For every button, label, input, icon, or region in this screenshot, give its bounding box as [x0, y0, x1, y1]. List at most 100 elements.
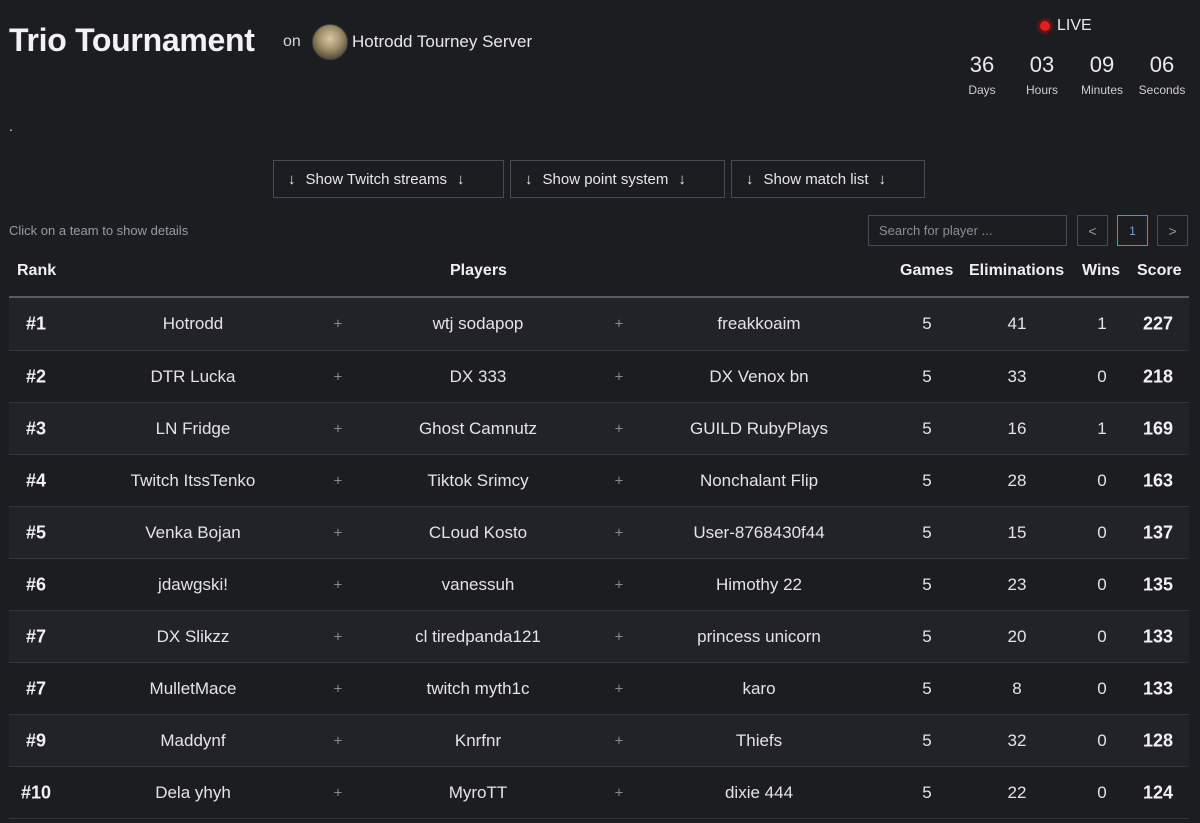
column-games-header: Games — [900, 262, 954, 279]
eliminations-cell: 33 — [1007, 366, 1027, 386]
arrow-down-icon: ↓ — [878, 170, 887, 188]
toggle-bar: ↓ Show Twitch streams ↓ ↓ Show point sys… — [273, 160, 925, 198]
score-cell: 218 — [1142, 366, 1174, 386]
plus-icon: + — [333, 680, 343, 697]
arrow-down-icon: ↓ — [746, 170, 754, 188]
eliminations-cell: 20 — [1007, 626, 1027, 646]
player-2-cell: CLoud Kosto — [428, 522, 528, 542]
arrow-down-icon: ↓ — [456, 170, 465, 188]
team-row[interactable]: #6 jdawgski! + vanessuh + Himothy 22 5 23 0 135 — [9, 559, 1189, 611]
team-row[interactable]: #1 Hotrodd + wtj sodapop + freakkoaim 5 41 1 227 — [9, 298, 1189, 351]
show-point-system-button[interactable]: ↓ Show point system ↓ — [510, 160, 725, 198]
games-cell: 5 — [922, 730, 932, 750]
team-row[interactable]: #3 LN Fridge + Ghost Camnutz + GUILD RubyPlay… — [9, 403, 1189, 455]
countdown: 36 Days 03 Hours 09 Minutes 06 Seconds — [952, 52, 1192, 98]
player-1-cell: MulletMace — [149, 678, 237, 698]
plus-icon: + — [614, 420, 624, 437]
player-2-cell: Tiktok Srimcy — [427, 470, 529, 490]
team-row[interactable]: #4 Twitch ItssTenko + Tiktok Srimcy + Nonchal… — [9, 455, 1189, 507]
table-header: Rank Players Games Eliminations Wins Sco… — [9, 254, 1189, 298]
games-cell: 5 — [922, 782, 932, 802]
show-point-system-label: Show point system — [542, 170, 669, 188]
countdown-hours: 03 Hours — [1012, 53, 1072, 98]
rank-cell: #3 — [25, 418, 47, 438]
next-page-button[interactable]: > — [1157, 215, 1188, 246]
plus-icon: + — [333, 368, 343, 385]
score-cell: 169 — [1142, 418, 1174, 438]
player-2-cell: wtj sodapop — [432, 314, 524, 333]
countdown-seconds-label: Seconds — [1138, 83, 1186, 97]
team-row[interactable]: #5 Venka Bojan + CLoud Kosto + User-8768430f4… — [9, 507, 1189, 559]
games-cell: 5 — [922, 626, 932, 646]
eliminations-cell: 32 — [1007, 730, 1027, 750]
rank-cell: #7 — [25, 626, 47, 646]
player-1-cell: jdawgski! — [158, 574, 228, 594]
rank-cell: #4 — [25, 470, 47, 490]
wins-cell: 1 — [1097, 314, 1107, 333]
wins-cell: 0 — [1097, 366, 1107, 386]
team-row[interactable]: #9 Maddynf + Knrfnr + Thiefs 5 32 0 128 — [9, 715, 1189, 767]
show-twitch-streams-label: Show Twitch streams — [305, 170, 447, 188]
player-1-cell: Dela yhyh — [155, 782, 231, 802]
column-wins-header: Wins — [1082, 262, 1121, 279]
wins-cell: 0 — [1097, 574, 1107, 594]
player-3-cell: User-8768430f44 — [693, 522, 825, 542]
plus-icon: + — [614, 368, 624, 385]
games-cell: 5 — [922, 574, 932, 594]
plus-icon: + — [614, 576, 624, 593]
live-dot-icon — [1040, 21, 1050, 31]
player-2-cell: vanessuh — [441, 574, 515, 594]
server-name-link[interactable]: Hotrodd Tourney Server — [352, 32, 532, 52]
plus-icon: + — [614, 524, 624, 541]
player-3-cell: Thiefs — [735, 730, 783, 750]
score-cell: 124 — [1142, 782, 1174, 802]
player-3-cell: princess unicorn — [697, 626, 821, 646]
games-cell: 5 — [922, 314, 932, 333]
show-twitch-streams-button[interactable]: ↓ Show Twitch streams ↓ — [273, 160, 504, 198]
player-3-cell: freakkoaim — [717, 314, 801, 333]
column-rank-header: Rank — [17, 262, 57, 279]
player-3-cell: dixie 444 — [724, 782, 794, 802]
column-score-header: Score — [1137, 262, 1182, 279]
player-3-cell: Nonchalant Flip — [699, 470, 819, 490]
plus-icon: + — [614, 315, 624, 333]
show-match-list-button[interactable]: ↓ Show match list ↓ — [731, 160, 925, 198]
countdown-minutes-label: Minutes — [1080, 83, 1124, 97]
plus-icon: + — [614, 784, 624, 801]
arrow-down-icon: ↓ — [288, 170, 296, 188]
player-2-cell: Knrfnr — [454, 730, 502, 750]
prev-page-button[interactable]: < — [1077, 215, 1108, 246]
wins-cell: 0 — [1097, 470, 1107, 490]
player-1-cell: LN Fridge — [155, 418, 231, 438]
eliminations-cell: 8 — [1012, 678, 1022, 698]
player-2-cell: Ghost Camnutz — [418, 418, 538, 438]
player-search-input[interactable] — [868, 215, 1067, 246]
team-row[interactable]: #2 DTR Lucka + DX 333 + DX Venox bn 5 33 0 218 — [9, 351, 1189, 403]
countdown-seconds-value: 06 — [1149, 52, 1175, 77]
page-title: Trio Tournament — [9, 22, 255, 58]
player-3-cell: karo — [742, 678, 776, 698]
countdown-days-value: 36 — [969, 52, 995, 77]
games-cell: 5 — [922, 366, 932, 386]
rank-cell: #10 — [20, 782, 52, 802]
player-3-cell: GUILD RubyPlays — [690, 418, 828, 438]
team-row[interactable]: #7 MulletMace + twitch myth1c + karo 5 8 0 133 — [9, 663, 1189, 715]
wins-cell: 0 — [1097, 678, 1107, 698]
games-cell: 5 — [922, 418, 932, 438]
wins-cell: 0 — [1097, 730, 1107, 750]
score-cell: 163 — [1142, 470, 1174, 490]
column-players-header: Players — [450, 262, 507, 279]
plus-icon: + — [614, 628, 624, 645]
leaderboard-table: Rank Players Games Eliminations Wins Sco… — [9, 254, 1189, 819]
server-avatar[interactable] — [312, 24, 348, 60]
wins-cell: 0 — [1097, 522, 1107, 542]
eliminations-cell: 22 — [1007, 782, 1027, 802]
page-1-button[interactable]: 1 — [1117, 215, 1148, 246]
live-label: LIVE — [1057, 17, 1092, 34]
games-cell: 5 — [922, 678, 932, 698]
countdown-hours-label: Hours — [1025, 83, 1058, 97]
team-row[interactable]: #10 Dela yhyh + MyroTT + dixie 444 5 22 0 124 — [9, 767, 1189, 819]
eliminations-cell: 15 — [1007, 522, 1027, 542]
team-row[interactable]: #7 DX Slikzz + cl tiredpanda121 + princess un… — [9, 611, 1189, 663]
wins-cell: 0 — [1097, 782, 1107, 802]
